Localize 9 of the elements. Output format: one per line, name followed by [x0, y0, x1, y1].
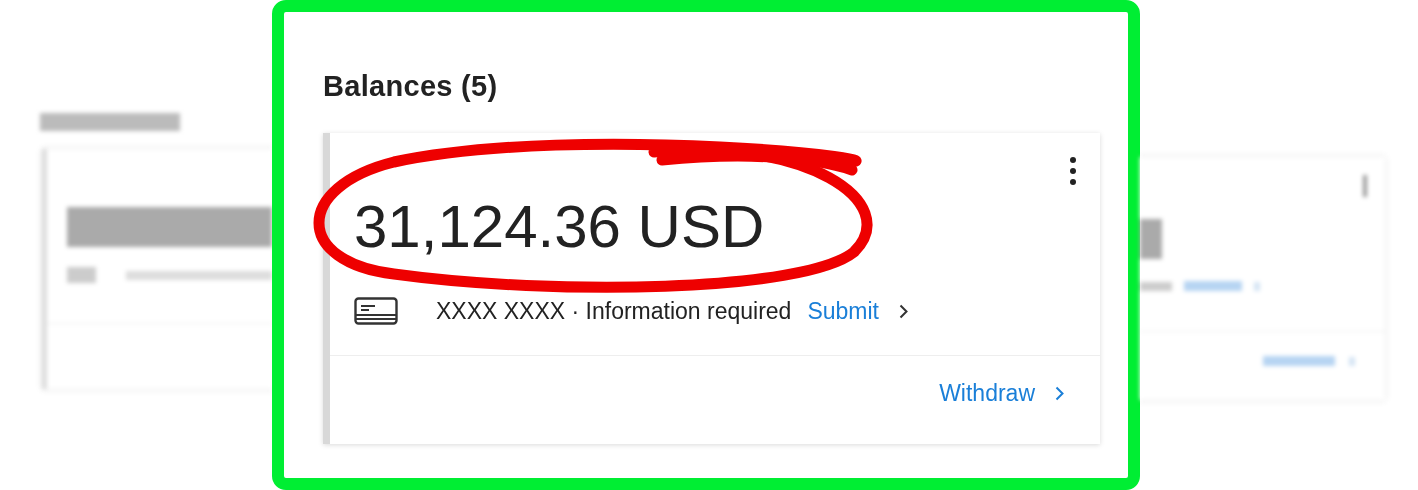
withdraw-link[interactable]: Withdraw [939, 380, 1035, 407]
section-heading: Balances (5) [323, 70, 499, 103]
balance-amount: 31,124.36 USD [354, 197, 766, 257]
chevron-icon [1055, 386, 1064, 401]
account-status: XXXX XXXX · Information required [436, 297, 792, 325]
submit-link[interactable]: Submit [807, 297, 879, 325]
credit-card-icon [354, 297, 398, 325]
chevron-icon [899, 303, 908, 319]
more-icon[interactable] [1070, 157, 1076, 185]
